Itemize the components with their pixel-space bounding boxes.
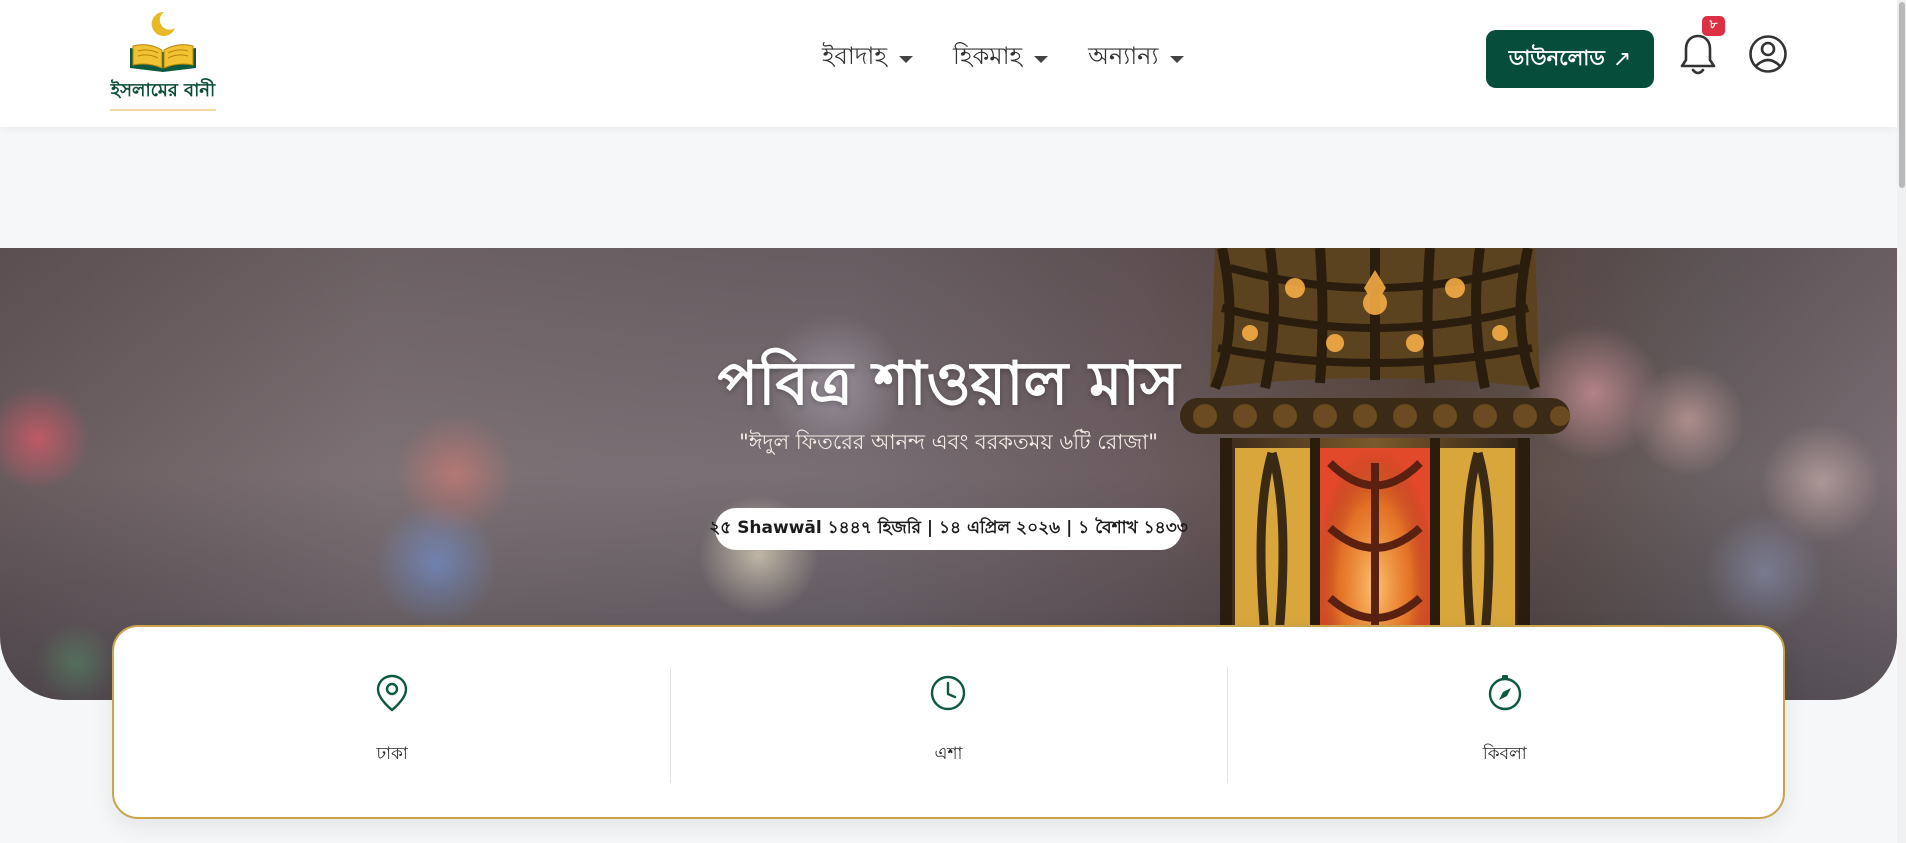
- nav-hikmah[interactable]: হিকমাহ: [952, 38, 1049, 78]
- prayer-time-item[interactable]: এশা: [670, 627, 1226, 817]
- qibla-item[interactable]: কিবলা: [1226, 627, 1783, 817]
- logo-text: ইসলামের বানী: [110, 76, 216, 111]
- hero-title: পবিত্র শাওয়াল মাস: [717, 349, 1180, 419]
- nav-ibadah-label: ইবাদাহ: [822, 42, 887, 70]
- scrollbar-thumb[interactable]: [1899, 2, 1905, 188]
- compass-icon: [1488, 675, 1522, 711]
- bell-icon[interactable]: [1678, 32, 1718, 78]
- crescent-moon-icon: [151, 11, 175, 36]
- page-scrollbar[interactable]: [1897, 0, 1906, 843]
- quran-book-icon: [130, 44, 196, 72]
- nav-hikmah-label: হিকমাহ: [952, 42, 1023, 70]
- nav-others-label: অন্যান্য: [1088, 42, 1159, 70]
- location-pin-icon: [376, 674, 408, 712]
- date-pill: ২৫ Shawwāl ১৪৪৭ হিজরি | ১৪ এপ্রিল ২০২৬ |…: [709, 508, 1188, 550]
- main-nav: ইবাদাহ হিকমাহ অন্যান্য: [822, 38, 1224, 78]
- prayer-info-card: ঢাকা এশা কিবলা: [112, 625, 1785, 819]
- site-logo[interactable]: ইসলামের বানী: [110, 10, 216, 111]
- download-label: ডাউনলোড: [1508, 45, 1605, 70]
- location-item[interactable]: ঢাকা: [114, 627, 670, 817]
- qibla-label: কিবলা: [1482, 744, 1527, 764]
- download-button[interactable]: ডাউনলোড ↗: [1486, 30, 1654, 88]
- chevron-down-icon: [1170, 55, 1185, 63]
- arrow-up-right-icon: ↗: [1612, 46, 1632, 72]
- user-profile-icon[interactable]: [1748, 34, 1788, 74]
- site-header: ইসলামের বানী ইবাদাহ হিকমাহ অন্যান্য ডাউন…: [0, 0, 1897, 127]
- nav-ibadah[interactable]: ইবাদাহ: [822, 38, 913, 78]
- location-label: ঢাকা: [376, 744, 408, 764]
- prayer-time-label: এশা: [934, 744, 963, 764]
- hero-subtitle: "ঈদুল ফিতরের আনন্দ এবং বরকতময় ৬টি রোজা": [739, 430, 1158, 454]
- chevron-down-icon: [898, 55, 913, 63]
- chevron-down-icon: [1034, 55, 1049, 63]
- clock-icon: [931, 675, 966, 711]
- notification-badge: ৮: [1702, 16, 1725, 36]
- nav-others[interactable]: অন্যান্য: [1088, 38, 1185, 78]
